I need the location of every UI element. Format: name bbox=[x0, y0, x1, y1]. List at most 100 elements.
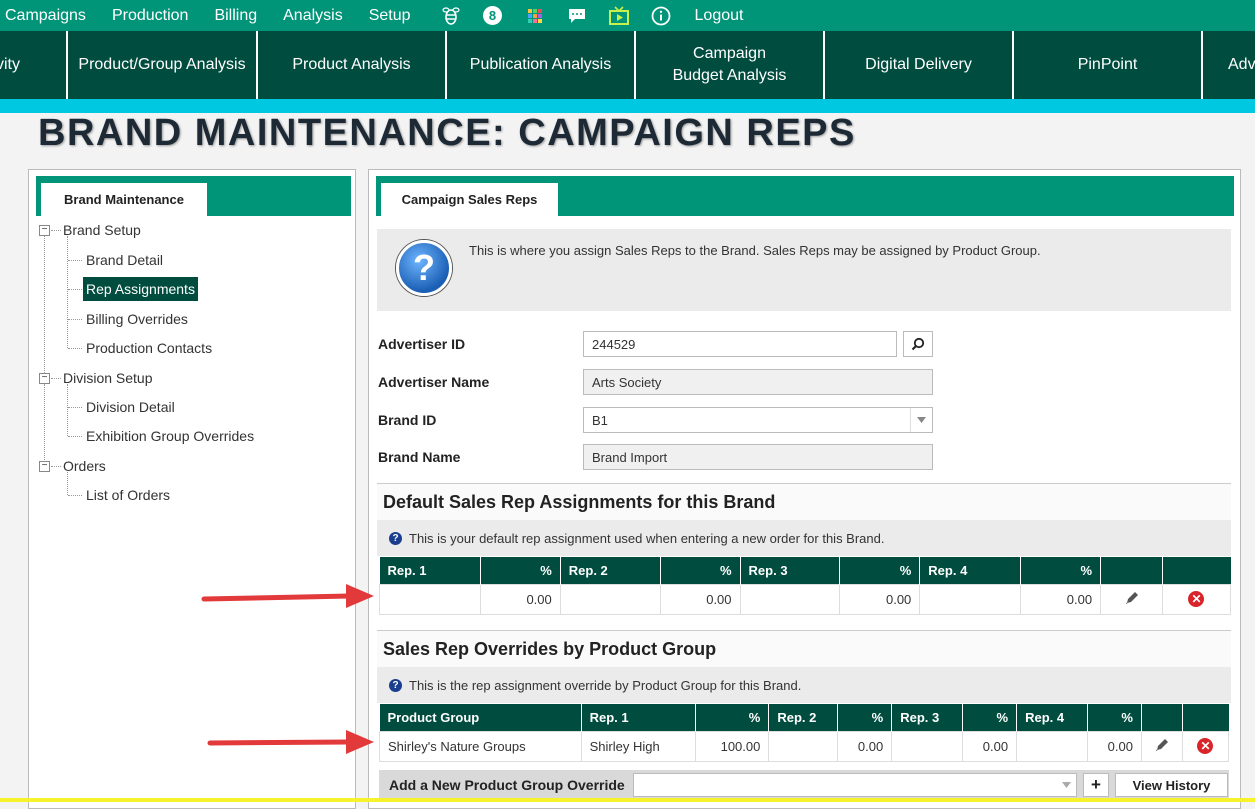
col-rep1: Rep. 1 bbox=[581, 704, 697, 731]
override-rep-table: Product Group Rep. 1 % Rep. 2 % Rep. 3 %… bbox=[379, 704, 1230, 762]
tree-collapse-icon[interactable]: − bbox=[39, 461, 50, 472]
cell-product-group: Shirley's Nature Groups bbox=[379, 730, 582, 762]
edit-button[interactable] bbox=[1140, 730, 1183, 762]
nav-tab-product-analysis[interactable]: Product Analysis bbox=[258, 31, 447, 99]
overrides-heading: Sales Rep Overrides by Product Group bbox=[377, 630, 1231, 669]
menu-setup[interactable]: Setup bbox=[356, 0, 424, 31]
menu-analysis[interactable]: Analysis bbox=[270, 0, 356, 31]
col-delete bbox=[1182, 704, 1229, 731]
search-icon bbox=[911, 337, 925, 351]
table-header-row: Rep. 1 % Rep. 2 % Rep. 3 % Rep. 4 % bbox=[379, 557, 1231, 584]
chevron-down-icon bbox=[910, 408, 932, 432]
col-product-group: Product Group bbox=[379, 704, 582, 731]
brand-id-select[interactable]: B1 bbox=[583, 407, 933, 433]
tv-icon[interactable] bbox=[608, 5, 630, 27]
tree-node-production-contacts[interactable]: Production Contacts bbox=[86, 338, 212, 358]
tree-node-list-of-orders[interactable]: List of Orders bbox=[86, 485, 170, 505]
col-edit bbox=[1100, 557, 1163, 584]
advertiser-name-label: Advertiser Name bbox=[378, 374, 490, 390]
col-pct3: % bbox=[839, 557, 921, 584]
delete-button[interactable]: ✕ bbox=[1181, 730, 1230, 762]
cell-rep3 bbox=[739, 583, 841, 615]
cell-pct3: 0.00 bbox=[839, 583, 921, 615]
tree-node-division-detail[interactable]: Division Detail bbox=[86, 397, 175, 417]
help-icon: ? bbox=[389, 678, 402, 692]
tree-connector bbox=[68, 319, 82, 320]
cell-pct4: 0.00 bbox=[1020, 583, 1102, 615]
advertiser-search-button[interactable] bbox=[903, 331, 933, 357]
tree-connector bbox=[67, 384, 68, 436]
nav-tab-activity[interactable]: vity bbox=[0, 31, 68, 99]
default-assignments-heading: Default Sales Rep Assignments for this B… bbox=[377, 483, 1231, 522]
cell-pct1: 100.00 bbox=[695, 730, 770, 762]
nav-tab-digital-delivery[interactable]: Digital Delivery bbox=[825, 31, 1014, 99]
delete-button[interactable]: ✕ bbox=[1161, 583, 1232, 615]
tab-campaign-sales-reps[interactable]: Campaign Sales Reps bbox=[381, 183, 558, 216]
logout-link[interactable]: Logout bbox=[682, 0, 757, 31]
tree-connector bbox=[68, 260, 82, 261]
tree-connector bbox=[68, 348, 82, 349]
tree-collapse-icon[interactable]: − bbox=[39, 225, 50, 236]
nav-tab-product-group-analysis[interactable]: Product/Group Analysis bbox=[68, 31, 258, 99]
default-assignments-note: ? This is your default rep assignment us… bbox=[377, 520, 1231, 556]
default-rep-table: Rep. 1 % Rep. 2 % Rep. 3 % Rep. 4 % 0.00… bbox=[379, 557, 1232, 615]
nav-tab-campaign-budget-analysis-label: Campaign Budget Analysis bbox=[672, 45, 787, 84]
add-override-button[interactable]: + bbox=[1083, 773, 1109, 797]
nav-tab-campaign-budget-analysis[interactable]: Campaign Budget Analysis bbox=[636, 31, 825, 99]
advertiser-id-field[interactable]: 244529 bbox=[583, 331, 897, 357]
badge-count: 8 bbox=[483, 6, 503, 25]
tree-connector bbox=[51, 230, 61, 231]
nav-tab-advertiser[interactable]: Adv bbox=[1203, 31, 1255, 99]
tree-node-orders[interactable]: Orders bbox=[63, 456, 106, 476]
tree-node-billing-overrides[interactable]: Billing Overrides bbox=[86, 309, 188, 329]
info-icon[interactable] bbox=[650, 5, 672, 27]
tree-node-exhibition-group-overrides[interactable]: Exhibition Group Overrides bbox=[86, 426, 254, 446]
annotation-arrow bbox=[207, 730, 374, 754]
bee-icon[interactable] bbox=[440, 5, 462, 27]
cell-rep1: Shirley High bbox=[580, 730, 697, 762]
nav-tab-publication-analysis[interactable]: Publication Analysis bbox=[447, 31, 636, 99]
col-rep3: Rep. 3 bbox=[740, 557, 841, 584]
tree-collapse-icon[interactable]: − bbox=[39, 373, 50, 384]
menu-campaigns[interactable]: Campaigns bbox=[0, 0, 99, 31]
table-row: Shirley's Nature Groups Shirley High 100… bbox=[379, 730, 1230, 762]
tree-connector bbox=[51, 378, 61, 379]
cell-rep4 bbox=[919, 583, 1022, 615]
product-group-select[interactable] bbox=[633, 773, 1077, 797]
apps-grid-icon[interactable] bbox=[524, 5, 546, 27]
tab-brand-maintenance[interactable]: Brand Maintenance bbox=[41, 183, 207, 216]
left-panel bbox=[28, 169, 356, 809]
analysis-nav-bar: vity Product/Group Analysis Product Anal… bbox=[0, 31, 1255, 99]
tree-connector bbox=[44, 384, 45, 466]
tree-node-brand-detail[interactable]: Brand Detail bbox=[86, 250, 163, 270]
col-pct4: % bbox=[1020, 557, 1102, 584]
delete-icon: ✕ bbox=[1197, 738, 1214, 754]
badge-icon[interactable]: 8 bbox=[482, 5, 504, 27]
brand-name-label: Brand Name bbox=[378, 449, 461, 465]
default-note-text: This is your default rep assignment used… bbox=[409, 530, 885, 546]
edit-button[interactable] bbox=[1100, 583, 1163, 615]
tree-connector bbox=[68, 495, 82, 496]
info-box bbox=[377, 229, 1231, 311]
tree-node-division-setup[interactable]: Division Setup bbox=[63, 368, 153, 388]
tree-connector bbox=[68, 407, 82, 408]
tree-node-rep-assignments[interactable]: Rep Assignments bbox=[83, 277, 198, 301]
view-history-button[interactable]: View History bbox=[1115, 773, 1228, 797]
tree-node-brand-setup[interactable]: Brand Setup bbox=[63, 220, 141, 240]
cell-rep3 bbox=[891, 730, 964, 762]
overrides-note-text: This is the rep assignment override by P… bbox=[409, 677, 802, 693]
nav-tab-pinpoint[interactable]: PinPoint bbox=[1014, 31, 1203, 99]
col-rep3: Rep. 3 bbox=[891, 704, 964, 731]
chevron-down-icon bbox=[1056, 774, 1076, 796]
top-menu-bar: Campaigns Production Billing Analysis Se… bbox=[0, 0, 1255, 31]
brand-id-value: B1 bbox=[592, 413, 608, 428]
menu-production[interactable]: Production bbox=[99, 0, 202, 31]
col-pct1: % bbox=[695, 704, 770, 731]
menu-billing[interactable]: Billing bbox=[201, 0, 270, 31]
tree-connector bbox=[44, 236, 45, 377]
accent-strip bbox=[0, 99, 1255, 113]
chat-icon[interactable] bbox=[566, 5, 588, 27]
tree-connector bbox=[68, 289, 82, 290]
tree-connector bbox=[67, 236, 68, 348]
col-pct4: % bbox=[1087, 704, 1142, 731]
